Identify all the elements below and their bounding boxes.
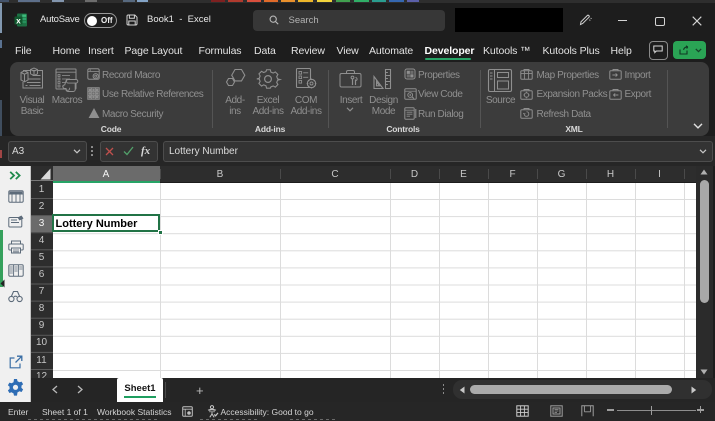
svg-text:x: x [16,15,21,25]
